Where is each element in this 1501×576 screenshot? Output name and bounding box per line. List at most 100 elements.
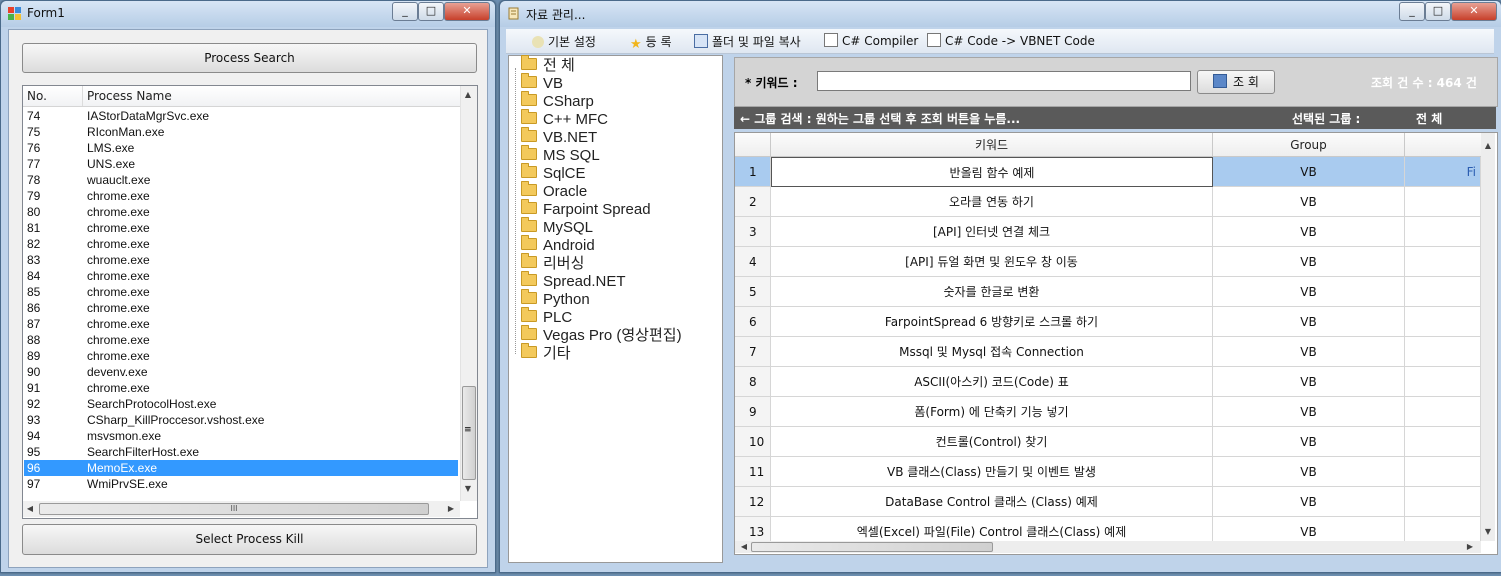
grid-cell-keyword[interactable]: Mssql 및 Mysql 접속 Connection [771,337,1213,367]
process-list[interactable]: No. Process Name 74 IAStorDataMgrSvc.exe 7… [22,85,478,519]
toolbar-copy[interactable]: 폴더 및 파일 복사 [694,33,801,50]
grid-hscrollbar[interactable]: ◀ ▶ [735,541,1481,553]
process-row[interactable]: 92 SearchProtocolHost.exe [24,396,458,412]
process-row[interactable]: 79 chrome.exe [24,188,458,204]
grid-header-extra[interactable] [1405,133,1485,157]
process-list-hscrollbar[interactable]: ◀ III ▶ [23,501,460,517]
process-row[interactable]: 77 UNS.exe [24,156,458,172]
process-row[interactable]: 83 chrome.exe [24,252,458,268]
scroll-down-icon[interactable]: ▼ [1481,527,1495,536]
process-row[interactable]: 84 chrome.exe [24,268,458,284]
group-tree[interactable]: 전 체 VB CSharp C++ MFC VB.NET MS SQL SqlCE Oracl… [508,55,723,563]
process-row[interactable]: 88 chrome.exe [24,332,458,348]
grid-cell-keyword[interactable]: 반올림 함수 예제 [771,157,1213,187]
process-row[interactable]: 90 devenv.exe [24,364,458,380]
grid-cell-group[interactable]: VB [1213,217,1405,247]
tree-item[interactable]: 리버싱 [521,253,584,273]
process-row[interactable]: 74 IAStorDataMgrSvc.exe [24,108,458,124]
search-button[interactable]: 조 회 [1197,70,1275,94]
process-row[interactable]: 96 MemoEx.exe [24,460,458,476]
scroll-up-icon[interactable]: ▲ [1481,141,1495,150]
grid-cell-extra[interactable] [1405,217,1481,247]
process-list-vscrollbar[interactable]: ▲ ≡ ▼ [460,86,477,501]
tree-item[interactable]: MS SQL [521,145,600,165]
main-close-button[interactable]: ✕ [1451,2,1497,21]
tree-item[interactable]: Oracle [521,181,587,201]
tree-item[interactable]: Vegas Pro (영상편집) [521,325,682,345]
grid-header-keyword[interactable]: 키워드 [771,133,1213,157]
tree-item[interactable]: VB.NET [521,127,597,147]
scroll-up-icon[interactable]: ▲ [461,90,475,99]
process-row[interactable]: 87 chrome.exe [24,316,458,332]
grid-row-number[interactable]: 5 [735,277,771,307]
grid-cell-keyword[interactable]: 오라클 연동 하기 [771,187,1213,217]
select-process-kill-button[interactable]: Select Process Kill [22,524,477,555]
grid-cell-keyword[interactable]: [API] 듀얼 화면 및 윈도우 창 이동 [771,247,1213,277]
grid-cell-extra[interactable] [1405,367,1481,397]
main-titlebar[interactable]: 자료 관리... _ □ ✕ [500,1,1501,27]
scroll-right-icon[interactable]: ▶ [1463,542,1477,551]
grid-row-number[interactable]: 12 [735,487,771,517]
process-row[interactable]: 85 chrome.exe [24,284,458,300]
hscroll-thumb[interactable]: III [39,503,429,515]
scroll-left-icon[interactable]: ◀ [23,504,37,513]
main-maximize-button[interactable]: □ [1425,2,1451,21]
grid-row-number[interactable]: 11 [735,457,771,487]
process-row[interactable]: 89 chrome.exe [24,348,458,364]
tree-item[interactable]: Android [521,235,595,255]
grid-row-number[interactable]: 4 [735,247,771,277]
grid-row-number[interactable]: 2 [735,187,771,217]
minimize-button[interactable]: _ [392,2,418,21]
grid-cell-extra[interactable] [1405,457,1481,487]
maximize-button[interactable]: □ [418,2,444,21]
column-header-no[interactable]: No. [23,86,83,106]
toolbar-settings[interactable]: 기본 설정 [532,33,596,50]
grid-cell-keyword[interactable]: ASCII(아스키) 코드(Code) 표 [771,367,1213,397]
grid-cell-extra[interactable]: Fi [1405,157,1481,187]
grid-cell-keyword[interactable]: [API] 인터넷 연결 체크 [771,217,1213,247]
keyword-input[interactable] [817,71,1191,91]
process-row[interactable]: 76 LMS.exe [24,140,458,156]
toolbar-csharp-compiler[interactable]: C# Compiler [824,33,918,48]
grid-cell-group[interactable]: VB [1213,367,1405,397]
form1-titlebar[interactable]: Form1 _ □ ✕ [1,1,495,27]
grid-cell-group[interactable]: VB [1213,457,1405,487]
tree-item[interactable]: MySQL [521,217,593,237]
tree-item[interactable]: 전 체 [521,55,575,75]
grid-row-number[interactable]: 9 [735,397,771,427]
grid-cell-group[interactable]: VB [1213,487,1405,517]
tree-item[interactable]: CSharp [521,91,594,111]
tree-item[interactable]: SqlCE [521,163,586,183]
process-row[interactable]: 86 chrome.exe [24,300,458,316]
grid-cell-keyword[interactable]: 숫자를 한글로 변환 [771,277,1213,307]
grid-vscrollbar[interactable]: ▲ ▼ [1481,133,1495,541]
grid-header-group[interactable]: Group [1213,133,1405,157]
vscroll-thumb[interactable]: ≡ [462,386,476,480]
grid-cell-extra[interactable] [1405,307,1481,337]
grid-cell-group[interactable]: VB [1213,277,1405,307]
grid-cell-keyword[interactable]: 컨트롤(Control) 찾기 [771,427,1213,457]
grid-cell-group[interactable]: VB [1213,157,1405,187]
scroll-right-icon[interactable]: ▶ [444,504,458,513]
process-row[interactable]: 82 chrome.exe [24,236,458,252]
grid-cell-keyword[interactable]: DataBase Control 클래스 (Class) 예제 [771,487,1213,517]
tree-item[interactable]: Python [521,289,590,309]
grid-cell-keyword[interactable]: 폼(Form) 에 단축키 기능 넣기 [771,397,1213,427]
toolbar-register[interactable]: ★ 등 록 [630,33,672,52]
grid-cell-group[interactable]: VB [1213,247,1405,277]
grid-row-number[interactable]: 7 [735,337,771,367]
grid-cell-group[interactable]: VB [1213,187,1405,217]
process-row[interactable]: 93 CSharp_KillProccesor.vshost.exe [24,412,458,428]
grid-cell-group[interactable]: VB [1213,307,1405,337]
grid-cell-group[interactable]: VB [1213,337,1405,367]
tree-item[interactable]: 기타 [521,343,571,363]
grid-row-number[interactable]: 3 [735,217,771,247]
grid-cell-extra[interactable] [1405,427,1481,457]
process-row[interactable]: 94 msvsmon.exe [24,428,458,444]
grid-cell-group[interactable]: VB [1213,427,1405,457]
grid-row-number[interactable]: 6 [735,307,771,337]
result-grid[interactable]: 키워드 Group 1 반올림 함수 예제 VB Fi 2 오라클 연동 하기 VB 3 [AP… [734,132,1498,555]
process-row[interactable]: 81 chrome.exe [24,220,458,236]
main-minimize-button[interactable]: _ [1399,2,1425,21]
grid-cell-extra[interactable] [1405,247,1481,277]
